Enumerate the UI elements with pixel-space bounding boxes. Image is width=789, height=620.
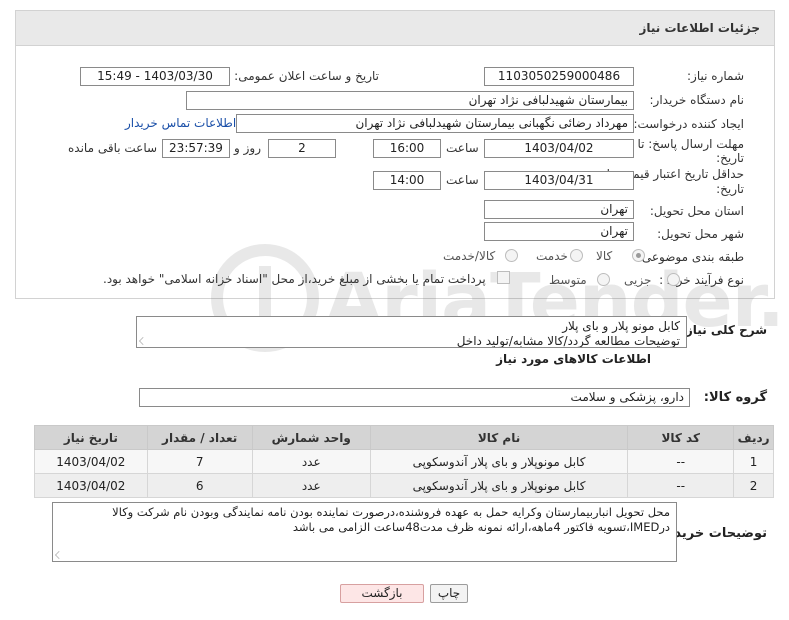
category-radio-goods[interactable] (632, 249, 645, 262)
city-field: تهران (484, 222, 634, 241)
treasury-payment-note: پرداخت تمام یا بخشی از مبلغ خرید،از محل … (103, 272, 486, 286)
buyer-org-field: بیمارستان شهیدلبافی نژاد تهران (186, 91, 634, 110)
table-row: 1 -- کابل مونوپلار و بای پلار آندوسکوپی … (34, 449, 774, 474)
category-radio-service[interactable] (570, 249, 583, 262)
announce-date-label: تاریخ و ساعت اعلان عمومی: (234, 69, 379, 83)
resize-handle-icon (55, 551, 63, 559)
city-label: شهر محل تحویل: (657, 227, 744, 241)
process-option-minor: جزیی (624, 273, 652, 287)
remaining-time-label: ساعت باقی مانده (68, 141, 158, 155)
cell-unit: عدد (251, 449, 371, 474)
summary-textarea: کابل مونو پلار و بای پلار توضیحات مطالعه… (136, 316, 687, 348)
cell-quantity: 7 (146, 449, 253, 474)
col-quantity: تعداد / مقدار (146, 425, 253, 450)
col-row: ردیف (733, 425, 774, 450)
col-unit: واحد شمارش (251, 425, 371, 450)
page-title: جزئیات اطلاعات نیاز (639, 21, 760, 35)
summary-label: شرح کلی نیاز: (681, 323, 767, 337)
summary-line-2: توضیحات مطالعه گردد/کالا مشابه/تولید داخ… (456, 334, 680, 348)
announce-date-field: 1403/03/30 - 15:49 (80, 67, 230, 86)
cell-code: -- (627, 473, 735, 498)
buyer-contact-link[interactable]: اطلاعات تماس خریدار (125, 116, 236, 130)
cell-name: کابل مونوپلار و بای پلار آندوسکوپی (369, 449, 629, 474)
process-radio-medium[interactable] (597, 273, 610, 286)
validity-time-field: 14:00 (373, 171, 441, 190)
col-name: نام کالا (369, 425, 629, 450)
remaining-time-field: 23:57:39 (162, 139, 230, 158)
category-option-service: خدمت (536, 249, 568, 263)
goods-group-field: دارو، پزشکی و سلامت (139, 388, 690, 407)
cell-date: 1403/04/02 (34, 473, 148, 498)
province-field: تهران (484, 200, 634, 219)
creator-field: مهرداد رضائی نگهبانی بیمارستان شهیدلبافی… (236, 114, 634, 133)
items-table: ردیف کد کالا نام کالا واحد شمارش تعداد /… (34, 425, 774, 498)
creator-label: ایجاد کننده درخواست: (633, 117, 744, 131)
table-header-row: ردیف کد کالا نام کالا واحد شمارش تعداد /… (34, 425, 774, 450)
deadline-time-field: 16:00 (373, 139, 441, 158)
print-button[interactable]: چاپ (430, 584, 468, 603)
treasury-payment-checkbox[interactable] (497, 271, 510, 284)
cell-row: 2 (733, 473, 774, 498)
need-number-field: 1103050259000486 (484, 67, 634, 86)
col-date: تاریخ نیاز (34, 425, 148, 450)
back-button[interactable]: بازگشت (340, 584, 424, 603)
cell-quantity: 6 (146, 473, 253, 498)
cell-date: 1403/04/02 (34, 449, 148, 474)
days-remaining-field: 2 (268, 139, 336, 158)
col-code: کد کالا (627, 425, 735, 450)
process-radio-minor[interactable] (667, 273, 680, 286)
cell-row: 1 (733, 449, 774, 474)
summary-line-1: کابل مونو پلار و بای پلار (562, 319, 680, 333)
panel-header: جزئیات اطلاعات نیاز (15, 10, 775, 46)
validity-date-field: 1403/04/31 (484, 171, 634, 190)
cell-unit: عدد (251, 473, 371, 498)
buyer-org-label: نام دستگاه خریدار: (649, 93, 745, 107)
province-label: استان محل تحویل: (649, 204, 744, 218)
category-option-goods: کالا (596, 249, 613, 263)
process-option-medium: متوسط (549, 273, 587, 287)
need-number-label: شماره نیاز: (687, 69, 744, 83)
deadline-time-label: ساعت (446, 141, 479, 155)
cell-name: کابل مونوپلار و بای پلار آندوسکوپی (369, 473, 629, 498)
days-label: روز و (234, 141, 261, 155)
category-option-both: کالا/خدمت (443, 249, 496, 263)
goods-section-title: اطلاعات کالاهای مورد نیاز (496, 352, 651, 366)
validity-label-date: تاریخ: (716, 182, 744, 196)
table-row: 2 -- کابل مونوپلار و بای پلار آندوسکوپی … (34, 473, 774, 498)
deadline-label-date: تاریخ: (716, 151, 744, 165)
buyer-notes-textarea: محل تحویل انباربیمارستان وکرایه حمل به ع… (52, 502, 677, 562)
cell-code: -- (627, 449, 735, 474)
goods-group-label: گروه کالا: (703, 390, 767, 405)
deadline-date-field: 1403/04/02 (484, 139, 634, 158)
category-label: طبقه بندی موضوعی: (637, 250, 744, 264)
buyer-notes-line-2: درIMED،تسویه فاکتور 4ماهه،ارائه نمونه ظر… (292, 520, 670, 534)
category-radio-both[interactable] (505, 249, 518, 262)
deadline-label: مهلت ارسال پاسخ: تا (637, 137, 744, 151)
buyer-notes-line-1: محل تحویل انباربیمارستان وکرایه حمل به ع… (112, 505, 670, 519)
validity-time-label: ساعت (446, 173, 479, 187)
